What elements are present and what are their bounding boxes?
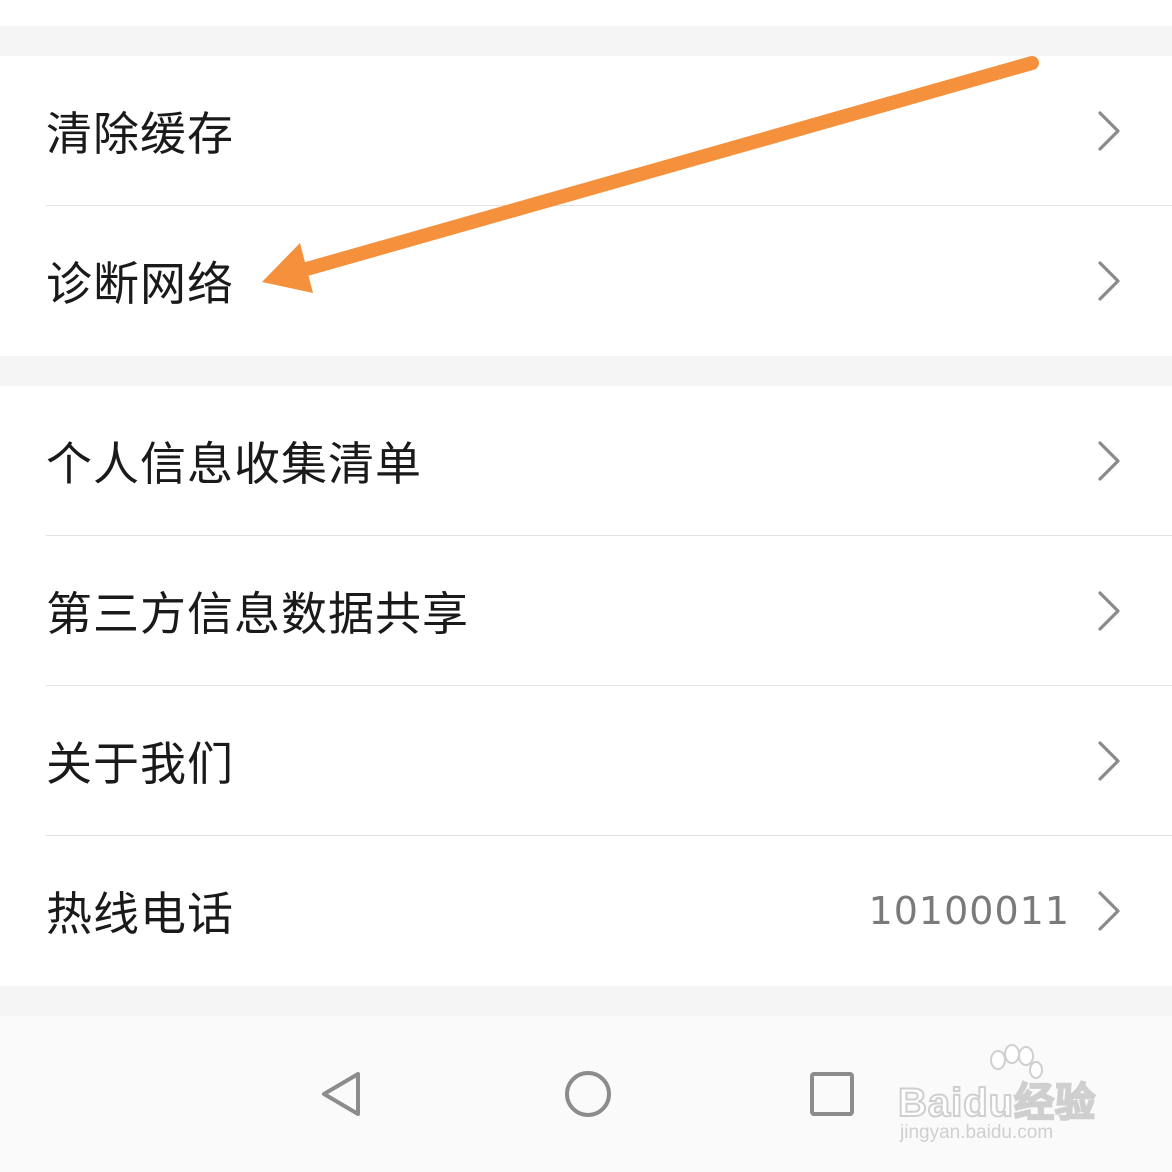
third-party-sharing-row[interactable]: 第三方信息数据共享 — [0, 536, 1172, 686]
chevron-right-icon — [1098, 261, 1120, 301]
diagnose-network-label: 诊断网络 — [46, 257, 234, 311]
clear-cache-row[interactable]: 清除缓存 — [0, 56, 1172, 206]
third-party-sharing-label: 第三方信息数据共享 — [46, 587, 469, 641]
about-us-row[interactable]: 关于我们 — [0, 686, 1172, 836]
back-icon[interactable] — [316, 1066, 372, 1122]
chevron-right-icon — [1098, 741, 1120, 781]
hotline-number: 10100011 — [868, 889, 1070, 933]
personal-info-list-row[interactable]: 个人信息收集清单 — [0, 386, 1172, 536]
chevron-right-icon — [1098, 441, 1120, 481]
system-navigation-bar — [0, 1016, 1172, 1172]
clear-cache-label: 清除缓存 — [46, 107, 234, 161]
chevron-right-icon — [1098, 111, 1120, 151]
chevron-right-icon — [1098, 591, 1120, 631]
top-strip — [0, 0, 1172, 26]
chevron-right-icon — [1098, 891, 1120, 931]
about-us-label: 关于我们 — [46, 737, 234, 791]
diagnose-network-row[interactable]: 诊断网络 — [0, 206, 1172, 356]
hotline-label: 热线电话 — [46, 887, 234, 941]
settings-group-info: 个人信息收集清单 第三方信息数据共享 关于我们 热线电话 10100011 — [0, 386, 1172, 986]
home-icon[interactable] — [560, 1066, 616, 1122]
settings-group-storage-network: 清除缓存 诊断网络 — [0, 56, 1172, 356]
hotline-row[interactable]: 热线电话 10100011 — [0, 836, 1172, 986]
personal-info-list-label: 个人信息收集清单 — [46, 437, 422, 491]
recent-apps-icon[interactable] — [804, 1066, 860, 1122]
